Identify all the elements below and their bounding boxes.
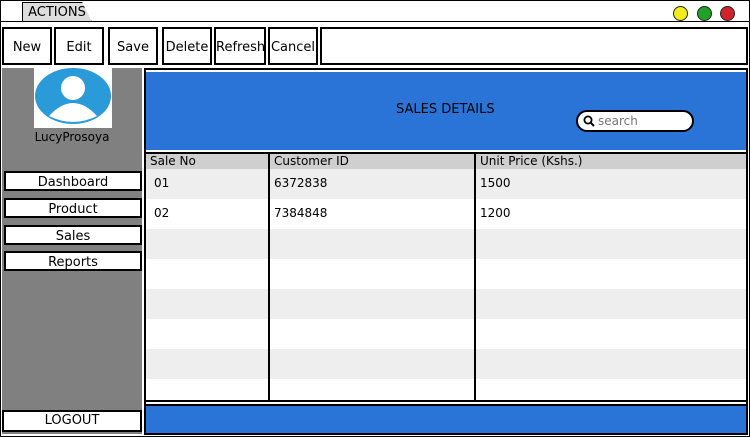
table-header: Sale No Customer ID Unit Price (Kshs.) <box>146 154 746 169</box>
delete-button[interactable]: Delete <box>162 27 212 65</box>
sidebar-item-sales[interactable]: Sales <box>4 225 142 245</box>
sales-header: SALES DETAILS <box>146 72 746 150</box>
cell-unit-price: 1200 <box>480 206 511 220</box>
table-row[interactable]: 02 7384848 1200 <box>146 199 746 229</box>
table-row-empty <box>146 349 746 379</box>
search-input[interactable] <box>598 113 688 129</box>
cell-sale-no: 02 <box>154 206 170 220</box>
new-button[interactable]: New <box>2 27 52 65</box>
footer-bar <box>146 404 746 433</box>
cell-unit-price: 1500 <box>480 176 511 190</box>
table-row-empty <box>146 229 746 259</box>
column-header-unit-price[interactable]: Unit Price (Kshs.) <box>476 154 583 169</box>
toolbar: New Edit Save Delete Refresh Cancel <box>0 24 750 68</box>
page-title: SALES DETAILS <box>396 102 495 117</box>
sidebar-item-product[interactable]: Product <box>4 198 142 218</box>
logout-button[interactable]: LOGOUT <box>2 410 142 432</box>
table-row[interactable]: 01 6372838 1500 <box>146 169 746 199</box>
refresh-button[interactable]: Refresh <box>214 27 266 65</box>
user-avatar-icon <box>35 68 111 124</box>
table-row-empty <box>146 289 746 319</box>
avatar <box>34 68 112 128</box>
minimize-icon[interactable] <box>673 6 688 21</box>
cell-sale-no: 01 <box>154 176 170 190</box>
tab-actions[interactable]: ACTIONS <box>22 2 92 22</box>
column-header-sale-no[interactable]: Sale No <box>146 154 196 169</box>
table-row-empty <box>146 319 746 349</box>
column-divider <box>268 154 270 400</box>
cell-customer-id: 6372838 <box>274 176 328 190</box>
column-divider <box>474 154 476 400</box>
close-icon[interactable] <box>720 6 735 21</box>
sidebar-item-dashboard[interactable]: Dashboard <box>4 171 142 191</box>
cell-customer-id: 7384848 <box>274 206 328 220</box>
tab-divider <box>0 21 750 22</box>
edit-button[interactable]: Edit <box>54 27 104 65</box>
save-button[interactable]: Save <box>108 27 158 65</box>
maximize-icon[interactable] <box>697 6 712 21</box>
search-box[interactable] <box>576 110 694 132</box>
main-panel: SALES DETAILS Sale No Customer ID Unit P… <box>144 68 748 435</box>
cancel-button[interactable]: Cancel <box>268 27 318 65</box>
search-icon <box>583 115 595 127</box>
table-row-empty <box>146 259 746 289</box>
column-header-customer-id[interactable]: Customer ID <box>270 154 349 169</box>
sales-table: Sale No Customer ID Unit Price (Kshs.) 0… <box>146 152 746 402</box>
sidebar: LucyProsoya Dashboard Product Sales Repo… <box>2 68 142 434</box>
toolbar-spacer <box>320 27 748 65</box>
sidebar-item-reports[interactable]: Reports <box>4 251 142 271</box>
user-name: LucyProsoya <box>34 130 110 144</box>
